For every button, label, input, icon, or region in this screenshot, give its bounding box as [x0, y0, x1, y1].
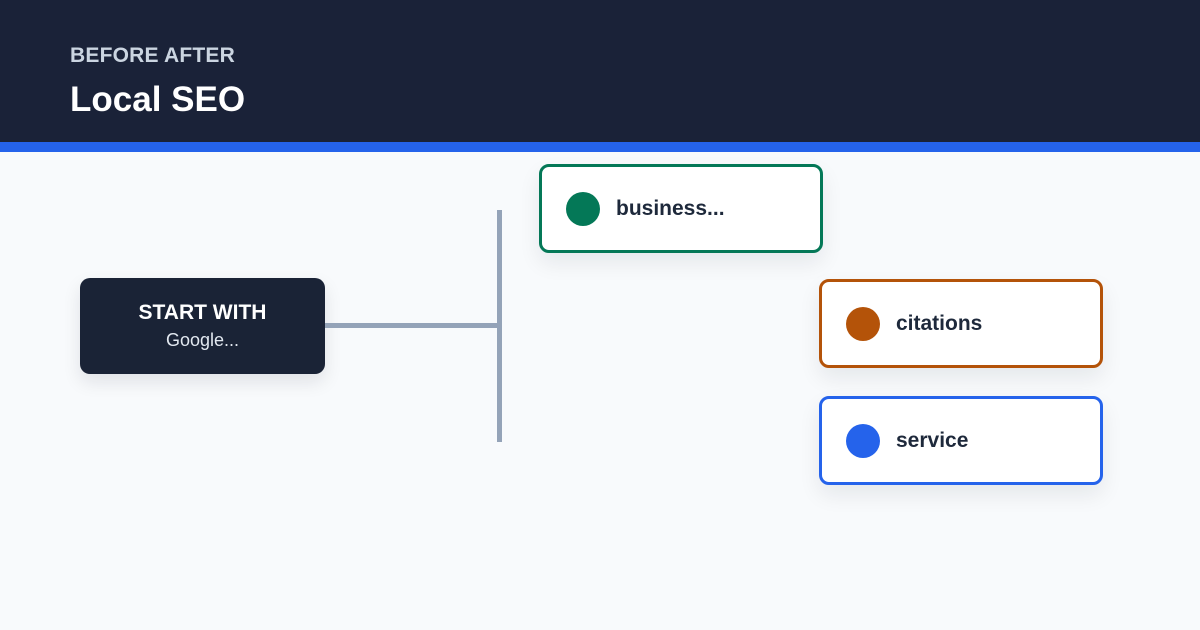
start-node: START WITH Google... — [80, 278, 325, 374]
header-bar — [0, 0, 1200, 142]
branch-label-business: business... — [616, 196, 725, 220]
branch-dot-citations — [846, 306, 880, 341]
start-node-label: START WITH — [138, 301, 267, 324]
header-accent-stripe — [0, 142, 1200, 152]
page-title: Local SEO — [70, 80, 246, 119]
branch-label-citations: citations — [896, 311, 983, 335]
branch-node-service: service — [819, 396, 1103, 485]
branch-dot-service — [846, 423, 880, 458]
branch-node-business: business... — [539, 164, 823, 253]
branch-dot-business — [566, 191, 600, 226]
branch-node-citations: citations — [819, 279, 1103, 368]
connector-vertical — [497, 210, 502, 442]
eyebrow-label: BEFORE AFTER — [70, 44, 235, 67]
start-node-sublabel: Google... — [165, 330, 240, 350]
branch-label-service: service — [896, 428, 969, 452]
connector-horizontal — [325, 323, 502, 328]
